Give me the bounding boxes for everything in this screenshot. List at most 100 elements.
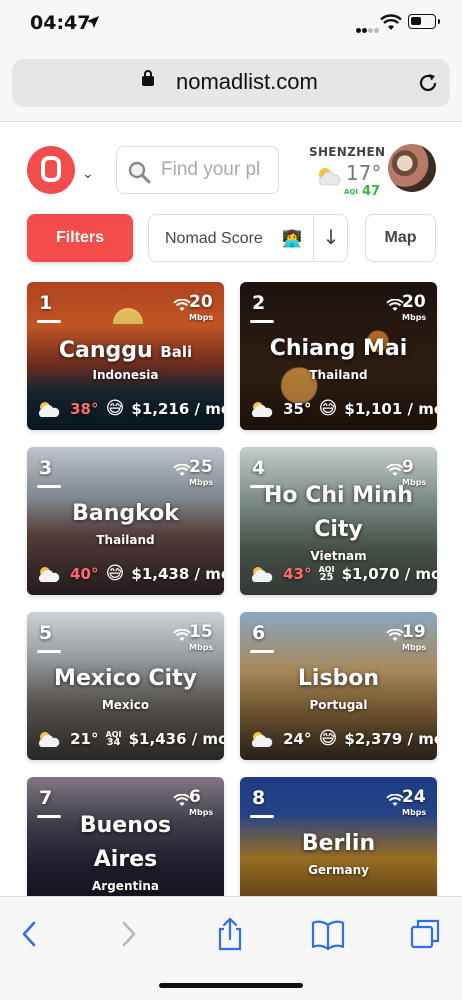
city-name: Canggu Bali	[58, 338, 193, 363]
city-card[interactable]: 5 15 Mbps Mexico City Mexico 21° AQI 34 $…	[27, 612, 224, 760]
search-box[interactable]	[116, 146, 279, 194]
nomadlist-logo[interactable]	[27, 146, 75, 194]
internet-speed: 25	[189, 457, 213, 477]
card-stats: 21° AQI 34 $1,436 / mo	[35, 728, 224, 750]
internet-speed: 6	[189, 787, 201, 807]
internet-speed: 20	[402, 292, 426, 312]
partly-cloudy-icon	[38, 566, 60, 582]
speed-unit: Mbps	[189, 313, 214, 322]
city-country: Thailand	[96, 533, 155, 547]
browser-toolbar	[0, 896, 462, 1000]
internet-speed: 19	[402, 622, 426, 642]
city-country: Portugal	[309, 698, 368, 712]
signal-icon	[356, 18, 380, 37]
tabs-icon[interactable]	[408, 917, 444, 951]
city-card[interactable]: 1 20 Mbps Canggu Bali Indonesia 38° 😅 $1…	[27, 282, 224, 430]
cost-of-living: $1,101 / mo	[344, 399, 437, 418]
temperature: 40°	[70, 564, 99, 583]
city-name: Chiang Mai	[269, 336, 408, 361]
share-icon[interactable]	[212, 917, 248, 951]
battery-icon	[408, 14, 440, 29]
lock-icon	[142, 70, 154, 86]
sort-label[interactable]: Nomad Score	[165, 230, 263, 248]
reload-icon[interactable]	[416, 71, 440, 95]
location-arrow-icon	[87, 16, 99, 28]
partly-cloudy-icon	[38, 401, 60, 417]
weather-temp: 17°	[346, 161, 382, 185]
aqi-value: 47	[362, 184, 381, 199]
city-name: Mexico City	[54, 666, 197, 691]
back-icon[interactable]	[12, 917, 48, 951]
temperature: 35°	[283, 399, 312, 418]
city-name: Lisbon	[297, 666, 380, 691]
city-card[interactable]: 2 20 Mbps Chiang Mai Thailand 35° 😅 $1,1…	[240, 282, 437, 430]
chevron-down-icon[interactable]: ⌄	[82, 166, 94, 182]
city-name: Berlin	[301, 831, 376, 856]
city-card[interactable]: 3 25 Mbps Bangkok Thailand 40° 😅 $1,438 …	[27, 447, 224, 595]
forward-icon[interactable]	[110, 917, 146, 951]
card-stats: 24° 😅 $2,379 / mo	[248, 728, 437, 750]
internet-speed: 15	[189, 622, 213, 642]
city-card[interactable]: 6 19 Mbps Lisbon Portugal 24° 😅 $2,379 /…	[240, 612, 437, 760]
speed-unit: Mbps	[189, 643, 214, 652]
city-rank: 6	[252, 622, 266, 644]
city-card[interactable]: 4 9 Mbps Ho Chi Minh City Vietnam 43° AQ…	[240, 447, 437, 595]
aqi-badge: AQI 25	[318, 564, 335, 583]
sweat-smile-icon: 😅	[105, 398, 125, 419]
city-country: Thailand	[309, 368, 368, 382]
temperature: 21°	[70, 729, 99, 748]
city-rank: 2	[252, 292, 266, 314]
cost-of-living: $1,436 / mo	[128, 729, 224, 748]
sort-selector[interactable]: Nomad Score 👩‍💻 ↓	[148, 214, 348, 262]
divider	[313, 215, 314, 261]
filters-button[interactable]: Filters	[27, 214, 133, 262]
browser-bar: nomadlist.com	[0, 50, 462, 122]
city-rank: 5	[39, 622, 53, 644]
city-rank: 4	[252, 457, 266, 479]
city-rank: 8	[252, 787, 266, 809]
address-bar[interactable]: nomadlist.com	[12, 59, 450, 107]
sort-direction-button[interactable]: ↓	[315, 225, 347, 253]
city-region: Bali	[160, 343, 193, 361]
internet-speed: 9	[402, 457, 414, 477]
search-input[interactable]	[161, 156, 278, 184]
wifi-icon	[380, 14, 402, 30]
url-text[interactable]: nomadlist.com	[176, 69, 318, 95]
city-name: Bangkok	[72, 501, 179, 526]
home-indicator	[159, 983, 303, 988]
speed-unit: Mbps	[402, 808, 427, 817]
card-stats: 40° 😅 $1,438 / mo	[35, 563, 224, 585]
technologist-emoji-icon: 👩‍💻	[282, 229, 302, 248]
city-country: Germany	[308, 863, 369, 877]
city-country: Argentina	[92, 879, 159, 893]
map-button[interactable]: Map	[365, 214, 436, 262]
partly-cloudy-icon	[38, 731, 60, 747]
speed-unit: Mbps	[402, 313, 427, 322]
card-stats: 38° 😅 $1,216 / mo	[35, 398, 224, 420]
city-name: Ho Chi Minh City	[264, 483, 413, 542]
aqi-badge: AQI 34	[105, 729, 122, 748]
speed-unit: Mbps	[189, 478, 214, 487]
city-rank: 7	[39, 787, 53, 809]
city-country: Indonesia	[92, 368, 159, 382]
card-stats: 43° AQI 25 $1,070 / mo	[248, 563, 437, 585]
speed-unit: Mbps	[402, 643, 427, 652]
partly-cloudy-icon	[319, 168, 341, 186]
card-stats: 35° 😅 $1,101 / mo	[248, 398, 437, 420]
sweat-smile-icon: 😅	[318, 728, 338, 749]
cost-of-living: $1,070 / mo	[341, 564, 437, 583]
sweat-smile-icon: 😅	[105, 563, 125, 584]
avatar[interactable]	[388, 144, 436, 192]
status-bar: 04:47	[0, 0, 462, 50]
temperature: 38°	[70, 399, 99, 418]
partly-cloudy-icon	[251, 731, 273, 747]
city-rank: 1	[39, 292, 53, 314]
city-rank: 3	[39, 457, 53, 479]
cost-of-living: $1,438 / mo	[131, 564, 224, 583]
cost-of-living: $2,379 / mo	[344, 729, 437, 748]
cost-of-living: $1,216 / mo	[131, 399, 224, 418]
bookmarks-icon[interactable]	[310, 917, 346, 951]
temperature: 24°	[283, 729, 312, 748]
internet-speed: 24	[402, 787, 426, 807]
city-country: Mexico	[101, 698, 150, 712]
